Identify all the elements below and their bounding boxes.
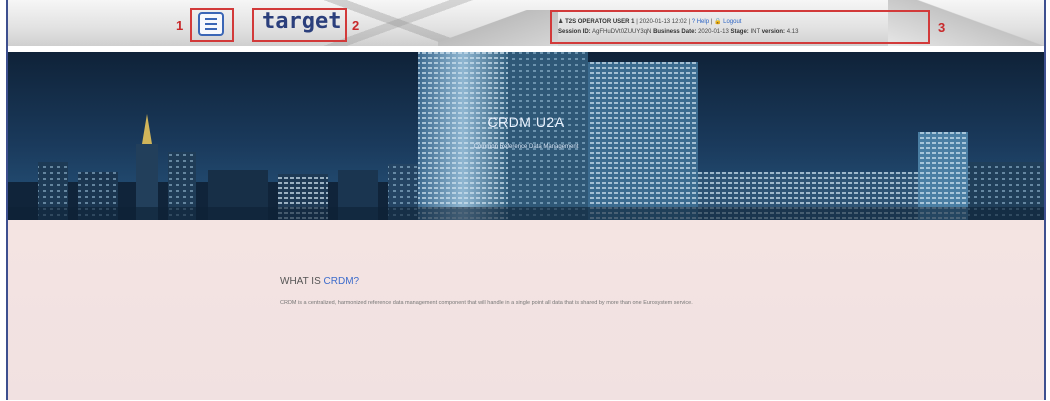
page-frame: 1 target 2 ♟ T2S OPERATOR USER 1 | 2020-… [6, 0, 1046, 400]
business-date-label: Business Date: [653, 29, 697, 35]
callout-number-2: 2 [352, 18, 360, 33]
section-description: CRDM is a centralized, harmonized refere… [280, 300, 693, 306]
heading-prefix: WHAT IS [280, 276, 321, 287]
main-content [8, 220, 1044, 400]
user-icon: ♟ [558, 19, 564, 25]
session-value: AgFHuDVt0ZUUY3qN [592, 29, 652, 35]
user-line-1: ♟ T2S OPERATOR USER 1 | 2020-01-13 12:02… [558, 18, 741, 25]
hero-banner: CRDM U2A Common Reference Data Managemen… [8, 52, 1044, 220]
login-datetime: | 2020-01-13 12:02 | [636, 19, 691, 25]
menu-icon-bar [205, 18, 217, 20]
session-label: Session ID: [558, 29, 591, 35]
menu-hamburger-button[interactable] [198, 12, 224, 36]
help-icon: ? [691, 19, 696, 25]
logout-separator: | [710, 19, 713, 25]
heading-highlight: CRDM? [323, 276, 360, 287]
target-logo: target [262, 9, 342, 34]
user-info-panel: ♟ T2S OPERATOR USER 1 | 2020-01-13 12:02… [554, 14, 926, 42]
stage-value: INT [750, 29, 761, 35]
callout-number-3: 3 [938, 20, 946, 35]
app-header: 1 target 2 ♟ T2S OPERATOR USER 1 | 2020-… [8, 0, 1044, 46]
lock-icon: 🔒 [713, 19, 722, 25]
section-heading: WHAT IS CRDM? [280, 276, 359, 287]
user-line-2: Session ID: AgFHuDVt0ZUUY3qN Business Da… [558, 29, 798, 35]
banner-subtitle: Common Reference Data Management [473, 144, 579, 150]
menu-icon-bar [205, 23, 217, 25]
user-name: T2S OPERATOR USER 1 [565, 19, 635, 25]
banner-title: CRDM U2A [487, 114, 565, 130]
callout-number-1: 1 [176, 18, 184, 33]
skyline-image [8, 52, 1044, 220]
stage-label: Stage: [730, 29, 749, 35]
logout-link[interactable]: Logout [723, 19, 741, 25]
business-date-value: 2020-01-13 [698, 29, 729, 35]
menu-icon-bar [205, 28, 217, 30]
version-value: 4.13 [786, 29, 799, 35]
help-link[interactable]: Help [697, 19, 709, 25]
header-decoration [438, 10, 558, 46]
version-label: version: [761, 29, 786, 35]
